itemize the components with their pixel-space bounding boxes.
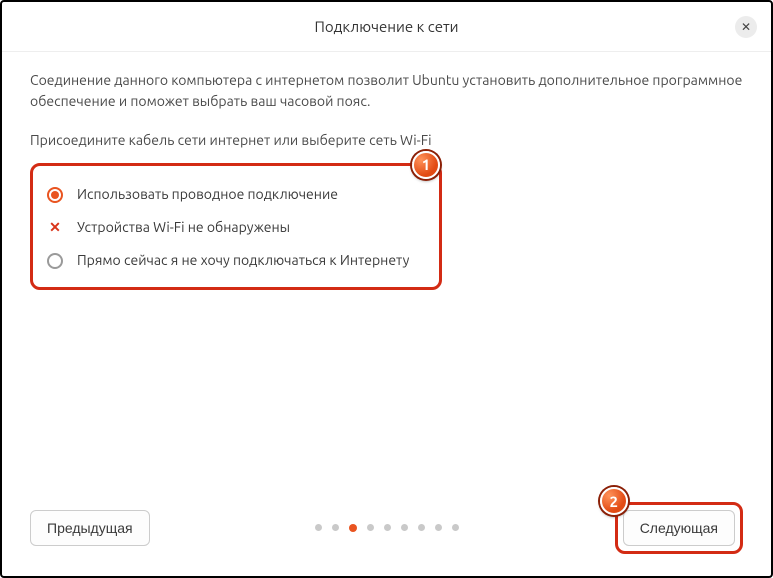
callout-badge-2: 2 <box>600 487 628 515</box>
error-x-icon: ✕ <box>47 220 63 236</box>
progress-dot <box>418 524 425 531</box>
option-wifi-none-label: Устройства Wi-Fi не обнаружены <box>77 217 290 238</box>
footer-bar: Предыдущая 2 Следующая <box>30 502 743 554</box>
radio-unselected-icon <box>47 253 63 269</box>
network-options-highlight: 1 Использовать проводное подключение ✕ У… <box>30 163 442 290</box>
progress-dot <box>452 524 459 531</box>
progress-dot <box>332 524 339 531</box>
option-no-connect[interactable]: Прямо сейчас я не хочу подключаться к Ин… <box>47 244 425 277</box>
next-button-highlight: 2 Следующая <box>615 502 743 554</box>
radio-selected-icon <box>47 187 63 203</box>
page-title: Подключение к сети <box>314 18 458 35</box>
next-button[interactable]: Следующая <box>623 510 735 546</box>
progress-dot <box>349 524 357 532</box>
option-wifi-none: ✕ Устройства Wi-Fi не обнаружены <box>47 211 425 244</box>
content-area: Соединение данного компьютера с интернет… <box>2 52 771 290</box>
prompt-text: Присоедините кабель сети интернет или вы… <box>30 130 743 151</box>
progress-dot <box>367 524 374 531</box>
progress-dot <box>401 524 408 531</box>
progress-dots <box>315 524 459 532</box>
progress-dot <box>315 524 322 531</box>
option-wired[interactable]: Использовать проводное подключение <box>47 178 425 211</box>
header-bar: Подключение к сети ✕ <box>2 2 771 52</box>
prev-button[interactable]: Предыдущая <box>30 510 150 546</box>
callout-badge-1: 1 <box>412 151 440 179</box>
close-icon: ✕ <box>741 20 751 34</box>
installer-window: Подключение к сети ✕ Соединение данного … <box>0 0 773 578</box>
option-wired-label: Использовать проводное подключение <box>77 184 338 205</box>
progress-dot <box>435 524 442 531</box>
progress-dot <box>384 524 391 531</box>
close-button[interactable]: ✕ <box>735 16 757 38</box>
intro-text: Соединение данного компьютера с интернет… <box>30 70 743 112</box>
option-no-connect-label: Прямо сейчас я не хочу подключаться к Ин… <box>77 250 409 271</box>
